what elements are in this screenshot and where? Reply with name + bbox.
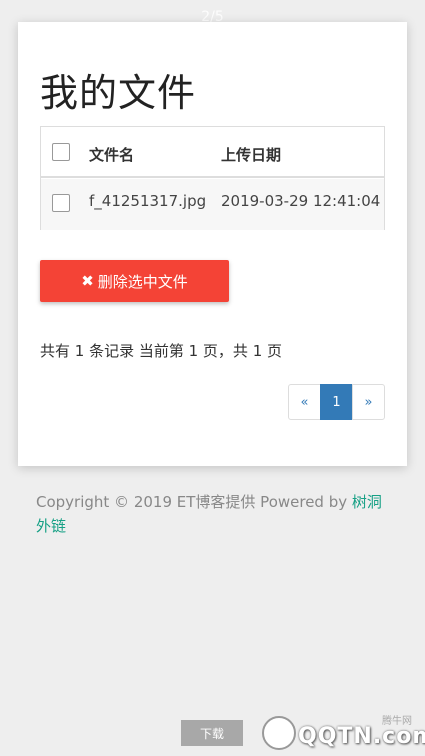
- watermark-logo-text: QQTN.com: [298, 724, 425, 749]
- select-all-checkbox[interactable]: [52, 143, 70, 161]
- file-card: 我的文件 文件名 上传日期 f_41251317.jpg 2019-03-29 …: [18, 22, 407, 466]
- copyright-text: Copyright © 2019 ET博客提供 Powered by: [36, 493, 352, 511]
- row-checkbox[interactable]: [52, 194, 70, 212]
- pagination-next[interactable]: »: [352, 384, 385, 420]
- column-header-upload-date: 上传日期: [221, 146, 282, 164]
- download-button[interactable]: 下载: [181, 720, 243, 746]
- column-header-filename: 文件名: [89, 146, 135, 164]
- footer: Copyright © 2019 ET博客提供 Powered by 树洞外链: [36, 490, 391, 538]
- table-header-row: 文件名 上传日期: [41, 127, 384, 178]
- pagination-prev[interactable]: «: [288, 384, 321, 420]
- pagination-page-1[interactable]: 1: [320, 384, 353, 420]
- watermark-logo-icon: [262, 716, 296, 750]
- record-info: 共有 1 条记录 当前第 1 页，共 1 页: [40, 342, 283, 360]
- pagination: « 1 »: [288, 384, 385, 420]
- delete-selected-button[interactable]: ✖ 删除选中文件: [40, 260, 229, 302]
- file-name-cell: f_41251317.jpg: [89, 192, 207, 210]
- page-title: 我的文件: [40, 71, 197, 115]
- table-row: f_41251317.jpg 2019-03-29 12:41:04: [41, 179, 384, 230]
- file-table: 文件名 上传日期 f_41251317.jpg 2019-03-29 12:41…: [40, 126, 385, 230]
- watermark: 腾牛网 QQTN.com: [258, 706, 425, 754]
- close-icon: ✖: [81, 272, 94, 290]
- upload-date-cell: 2019-03-29 12:41:04: [221, 192, 381, 210]
- delete-selected-label: 删除选中文件: [97, 272, 188, 291]
